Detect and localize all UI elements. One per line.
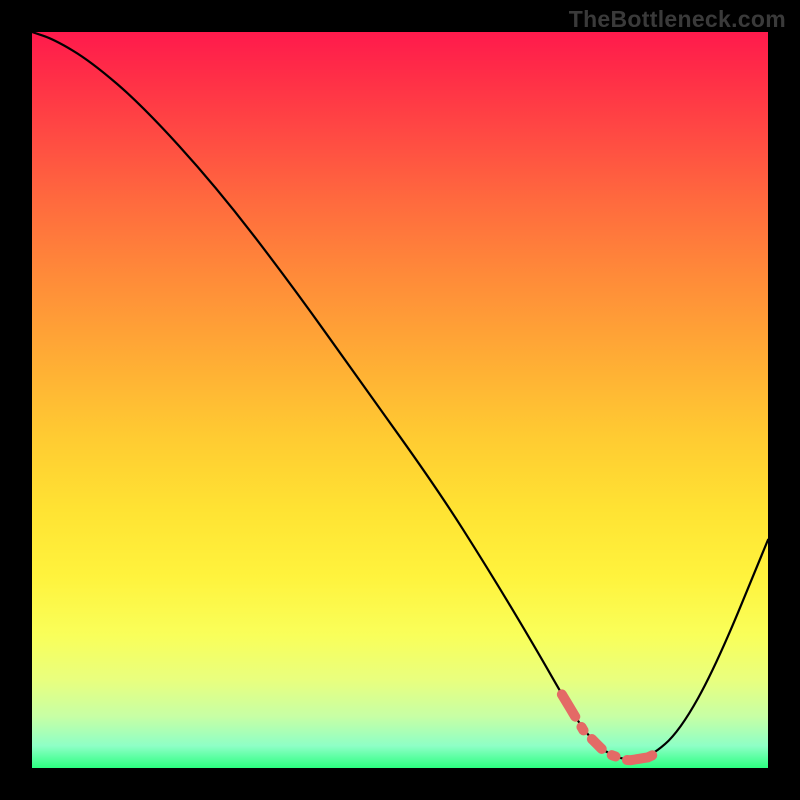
watermark-text: TheBottleneck.com (569, 6, 786, 33)
chart-canvas: TheBottleneck.com (0, 0, 800, 800)
bottleneck-curve (32, 32, 768, 759)
curve-svg (32, 32, 768, 768)
plot-area (32, 32, 768, 768)
valley-marker (562, 694, 665, 760)
